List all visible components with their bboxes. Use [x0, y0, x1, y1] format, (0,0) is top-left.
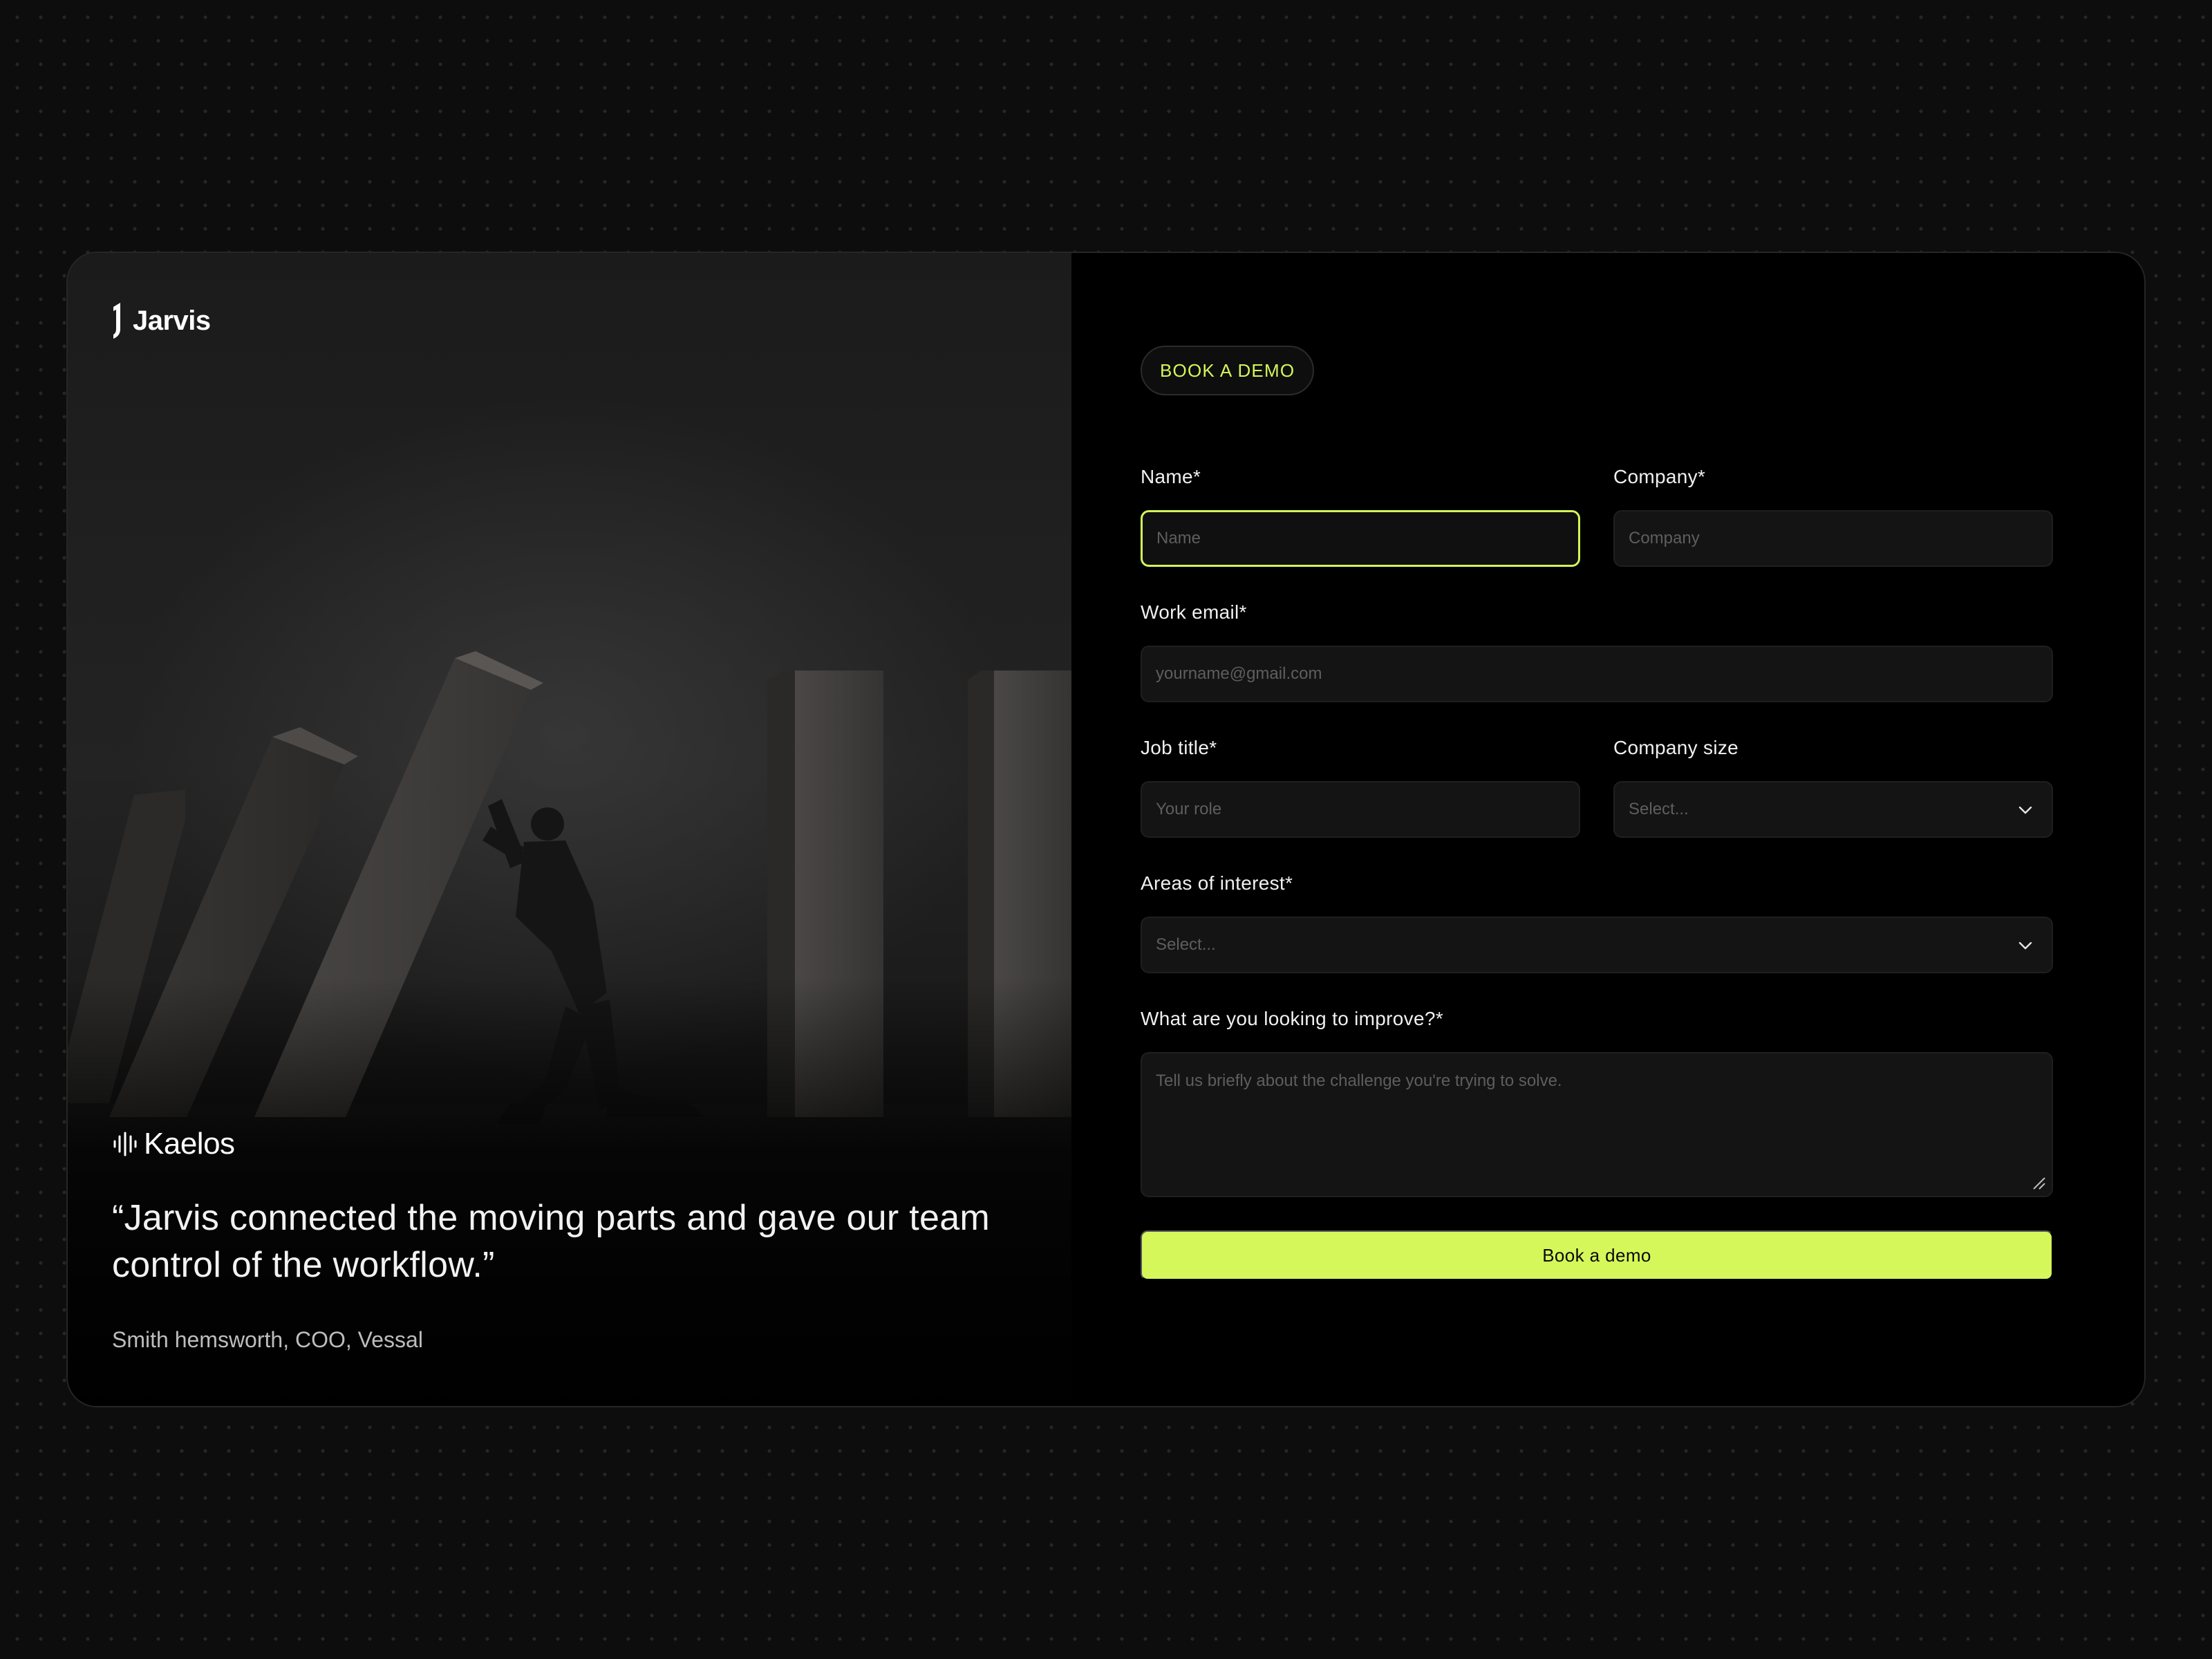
brand-name: Jarvis: [133, 305, 211, 336]
company-label: Company*: [1613, 466, 1706, 487]
testimonial: Kaelos “Jarvis connected the moving part…: [112, 1127, 1038, 1353]
testimonial-author: Smith hemsworth, COO, Vessal: [112, 1327, 423, 1352]
job-title-placeholder: Your role: [1156, 800, 1222, 818]
book-demo-badge: BOOK A DEMO: [1141, 346, 1315, 395]
chevron-down-icon: [2018, 941, 2032, 950]
kaelos-waveform-icon: [113, 1132, 137, 1156]
company-size-label: Company size: [1613, 737, 1739, 758]
name-label: Name*: [1141, 466, 1201, 487]
demo-form: BOOK A DEMO Name* Name Company* Company …: [1071, 253, 2144, 1406]
areas-of-interest-select[interactable]: Select...: [1141, 917, 2053, 973]
resize-handle-icon[interactable]: [2031, 1175, 2046, 1190]
areas-of-interest-value: Select...: [1156, 935, 1216, 954]
work-email-input[interactable]: yourname@gmail.com: [1141, 646, 2053, 702]
demo-card: Jarvis Kaelos “Jarvis connected the movi…: [66, 252, 2146, 1407]
improve-label: What are you looking to improve?*: [1141, 1008, 1443, 1029]
work-email-placeholder: yourname@gmail.com: [1156, 664, 1322, 683]
customer-logo: Kaelos: [112, 1127, 1038, 1161]
name-input[interactable]: Name: [1141, 510, 1580, 567]
company-size-select[interactable]: Select...: [1613, 781, 2053, 838]
hero-panel: Jarvis Kaelos “Jarvis connected the movi…: [68, 253, 1071, 1406]
company-input[interactable]: Company: [1613, 510, 2053, 567]
chevron-down-icon: [2018, 806, 2032, 814]
company-placeholder: Company: [1629, 529, 1700, 547]
improve-placeholder: Tell us briefly about the challenge you'…: [1156, 1071, 1562, 1090]
book-demo-button[interactable]: Book a demo: [1141, 1230, 2053, 1280]
job-title-input[interactable]: Your role: [1141, 781, 1580, 838]
brand-logo[interactable]: Jarvis: [112, 301, 211, 340]
job-title-label: Job title*: [1141, 737, 1217, 758]
testimonial-quote: “Jarvis connected the moving parts and g…: [112, 1198, 991, 1285]
customer-name: Kaelos: [144, 1127, 235, 1161]
company-size-value: Select...: [1629, 800, 1689, 818]
jarvis-logo-icon: [113, 303, 120, 339]
areas-of-interest-label: Areas of interest*: [1141, 872, 1293, 894]
work-email-label: Work email*: [1141, 601, 1247, 623]
name-placeholder: Name: [1156, 529, 1201, 547]
improve-textarea[interactable]: Tell us briefly about the challenge you'…: [1141, 1052, 2053, 1197]
